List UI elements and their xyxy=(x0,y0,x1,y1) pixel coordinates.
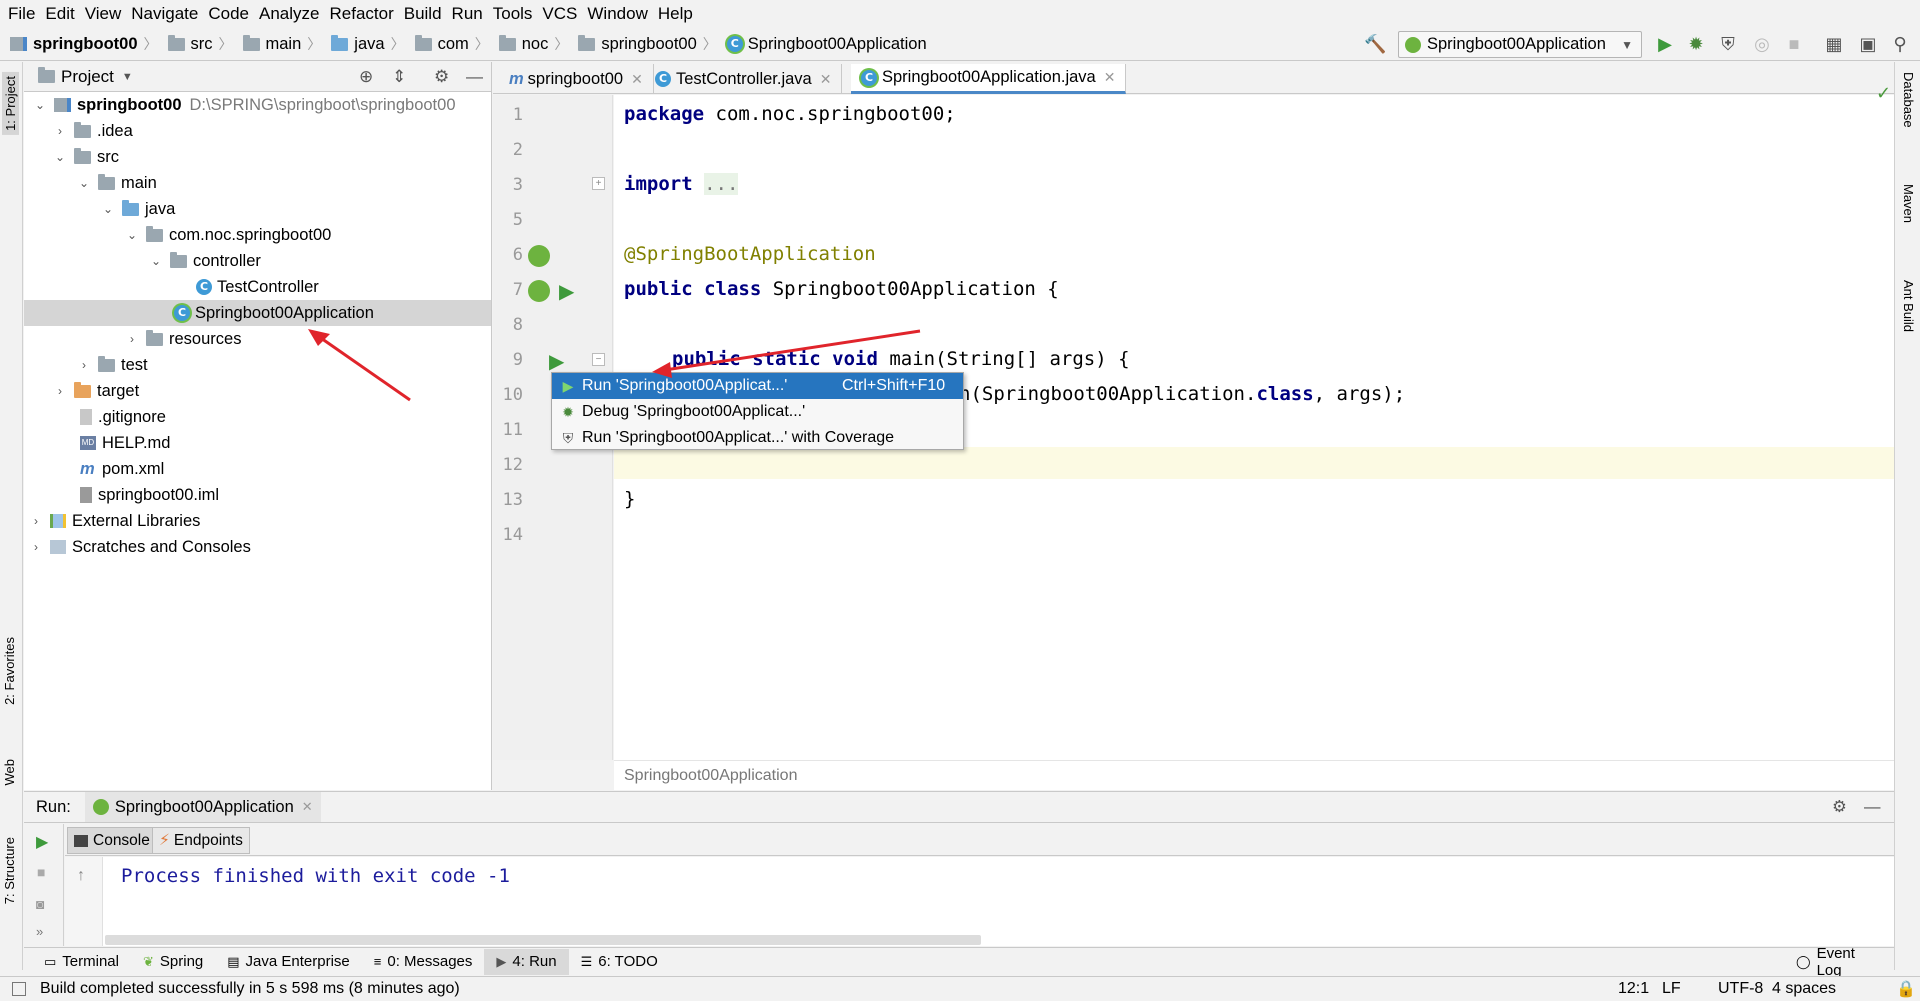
camera-icon[interactable]: ◙ xyxy=(36,896,44,912)
close-icon[interactable]: ✕ xyxy=(302,799,313,815)
event-log-icon: ◯ xyxy=(1796,953,1811,969)
console-gutter: ↑ xyxy=(65,857,103,946)
status-message[interactable]: Build completed successfully in 5 s 598 … xyxy=(40,980,460,998)
stop-icon[interactable]: ■ xyxy=(37,864,45,880)
status-bar: Build completed successfully in 5 s 598 … xyxy=(0,976,1920,1001)
minimize-icon[interactable]: — xyxy=(1864,798,1881,817)
run-tab[interactable]: Springboot00Application ✕ xyxy=(84,792,321,822)
spring-boot-icon xyxy=(92,799,109,815)
run-subtabs: Console ⚡ Endpoints xyxy=(65,824,1894,856)
run-icon: ▶ xyxy=(496,953,507,969)
subtab-console[interactable]: Console xyxy=(67,827,157,854)
bottom-tool-bar: ▭ Terminal ❦ Spring ▤ Java Enterprise ≡ 0: M… xyxy=(24,945,1894,979)
scroll-up-icon[interactable]: ↑ xyxy=(77,867,85,885)
run-panel-header: Run: Springboot00Application ✕ ⚙ — xyxy=(24,791,1894,823)
console-icon xyxy=(74,834,88,847)
status-toggle-icon[interactable] xyxy=(12,982,26,996)
red-arrowhead xyxy=(652,362,672,378)
console-output[interactable]: ↑ Process finished with exit code -1 xyxy=(65,857,1894,946)
gear-icon[interactable]: ⚙ xyxy=(1832,797,1847,817)
rerun-icon[interactable]: ▶ xyxy=(36,832,48,852)
caret-position[interactable]: 12:1 xyxy=(1618,980,1649,998)
line-separator[interactable]: LF xyxy=(1662,980,1681,998)
tool-java-enterprise[interactable]: ▤ Java Enterprise xyxy=(215,949,362,975)
tool-spring[interactable]: ❦ Spring xyxy=(131,949,215,975)
terminal-icon: ▭ xyxy=(44,953,57,969)
messages-icon: ≡ xyxy=(373,954,382,969)
horizontal-scrollbar[interactable] xyxy=(105,935,981,945)
run-toolbar: ▶ ■ ◙ » xyxy=(24,824,64,946)
spring-icon: ❦ xyxy=(142,953,154,969)
tool-run[interactable]: ▶ 4: Run xyxy=(484,948,569,975)
file-encoding[interactable]: UTF-8 xyxy=(1718,980,1763,998)
subtab-endpoints[interactable]: ⚡ Endpoints xyxy=(152,827,250,854)
more-icon[interactable]: » xyxy=(36,924,43,939)
java-enterprise-icon: ▤ xyxy=(227,953,240,969)
todo-icon: ☰ xyxy=(580,953,593,969)
lock-icon[interactable]: 🔒 xyxy=(1896,979,1916,999)
tool-messages[interactable]: ≡ 0: Messages xyxy=(362,949,485,975)
tool-todo[interactable]: ☰ 6: TODO xyxy=(569,949,670,975)
red-arrow-line xyxy=(664,329,921,372)
tool-event-log[interactable]: ◯ Event Log xyxy=(1784,945,1894,979)
endpoints-icon: ⚡ xyxy=(159,832,170,849)
console-line: Process finished with exit code -1 xyxy=(121,865,510,887)
tool-terminal[interactable]: ▭ Terminal xyxy=(32,949,131,975)
indent-setting[interactable]: 4 spaces xyxy=(1772,980,1836,998)
red-arrow-line xyxy=(317,334,411,402)
